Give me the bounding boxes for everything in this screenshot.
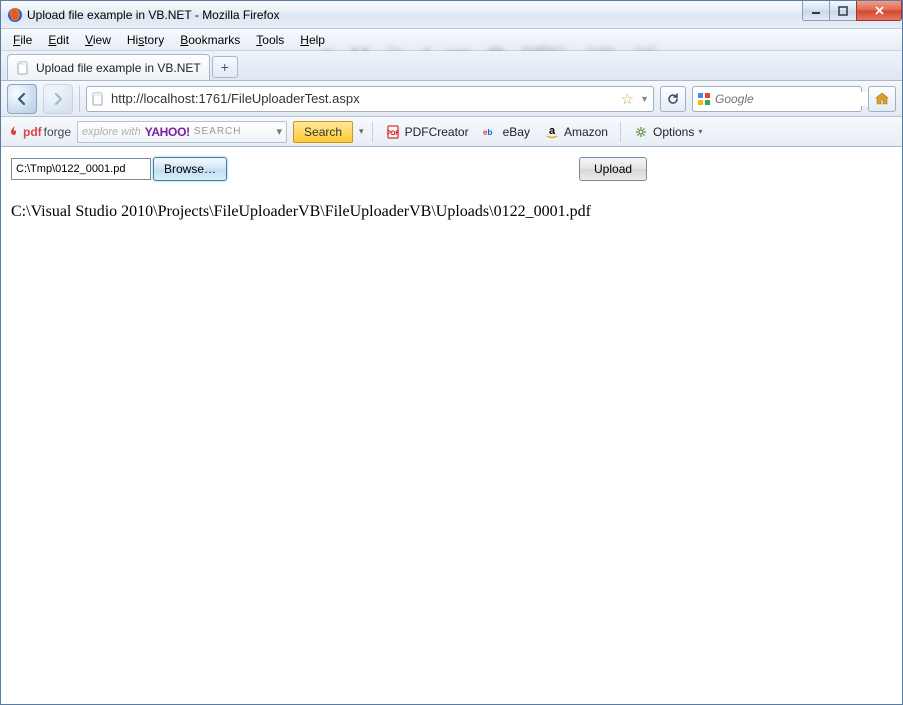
options-label: Options	[653, 125, 694, 139]
tab-label: Upload file example in VB.NET	[36, 61, 201, 75]
maximize-button[interactable]	[829, 1, 857, 21]
menu-history[interactable]: History	[121, 31, 170, 49]
close-button[interactable]	[856, 1, 902, 21]
ebay-icon: eb	[483, 124, 499, 140]
toolbar-separator	[620, 122, 621, 142]
upload-row: C:\Tmp\0122_0001.pd Browse… Upload	[11, 157, 892, 181]
yahoo-search-box[interactable]: explore with YAHOO! SEARCH ▾	[77, 121, 287, 143]
search-dropdown-icon[interactable]: ▾	[359, 126, 364, 137]
navbar: ☆ ▼	[1, 81, 902, 117]
firefox-window: Upload file example in VB.NET - Mozilla …	[0, 0, 903, 705]
page-icon	[16, 61, 30, 75]
new-tab-button[interactable]: +	[212, 56, 238, 78]
menubar: File Edit View History Bookmarks Tools H…	[1, 29, 902, 51]
amazon-label: Amazon	[564, 125, 608, 139]
gear-icon	[633, 124, 649, 140]
google-icon	[697, 92, 711, 106]
svg-text:PDF: PDF	[387, 131, 399, 137]
search-input[interactable]	[715, 92, 872, 106]
forward-button[interactable]	[43, 84, 73, 114]
pdfforge-text-1: pdf	[23, 125, 42, 139]
home-button[interactable]	[868, 86, 896, 112]
menu-history-label: tory	[144, 33, 164, 47]
amazon-icon: a	[544, 124, 560, 140]
upload-result-text: C:\Visual Studio 2010\Projects\FileUploa…	[11, 203, 892, 221]
ebay-button[interactable]: eb eBay	[479, 124, 534, 140]
search-box[interactable]	[692, 86, 862, 112]
menu-file-label: ile	[20, 33, 32, 47]
menu-bookmarks-label: ookmarks	[188, 33, 240, 47]
pdfforge-logo[interactable]: pdfforge	[7, 125, 71, 139]
reload-button[interactable]	[660, 86, 686, 112]
file-path-input[interactable]: C:\Tmp\0122_0001.pd	[11, 158, 151, 180]
window-controls	[803, 1, 902, 21]
page-content: C:\Tmp\0122_0001.pd Browse… Upload C:\Vi…	[1, 147, 902, 704]
svg-text:a: a	[549, 125, 556, 137]
amazon-button[interactable]: a Amazon	[540, 124, 612, 140]
menu-help[interactable]: Help	[294, 31, 331, 49]
toolbar-separator	[372, 122, 373, 142]
menu-view[interactable]: View	[79, 31, 117, 49]
yahoo-search-text: SEARCH	[194, 126, 242, 137]
window-title: Upload file example in VB.NET - Mozilla …	[27, 8, 280, 22]
search-button[interactable]: Search	[293, 121, 353, 143]
pdfcreator-label: PDFCreator	[405, 125, 469, 139]
back-button[interactable]	[7, 84, 37, 114]
yahoo-dropdown-icon[interactable]: ▾	[276, 125, 282, 138]
menu-help-label: elp	[309, 33, 325, 47]
pdfforge-text-2: forge	[44, 125, 71, 139]
url-input[interactable]	[111, 91, 615, 106]
svg-text:eb: eb	[483, 128, 492, 137]
urlbar[interactable]: ☆ ▼	[86, 86, 654, 112]
pdf-icon: PDF	[385, 124, 401, 140]
nav-separator	[79, 86, 80, 112]
yahoo-logo: YAHOO!	[145, 125, 190, 139]
flame-icon	[7, 125, 21, 139]
tab-active[interactable]: Upload file example in VB.NET	[7, 54, 210, 80]
yahoo-explore-text: explore with	[82, 126, 141, 138]
ebay-label: eBay	[503, 125, 530, 139]
browse-button[interactable]: Browse…	[153, 157, 227, 181]
menu-edit[interactable]: Edit	[42, 31, 75, 49]
menu-bookmarks[interactable]: Bookmarks	[174, 31, 246, 49]
menu-view-label: iew	[93, 33, 111, 47]
bookmark-star-icon[interactable]: ☆	[621, 90, 634, 108]
menu-file[interactable]: File	[7, 31, 38, 49]
menu-tools-label: ools	[262, 33, 284, 47]
pdfcreator-button[interactable]: PDF PDFCreator	[381, 124, 473, 140]
tabstrip: Upload file example in VB.NET +	[1, 51, 902, 81]
pdfforge-toolbar: pdfforge explore with YAHOO! SEARCH ▾ Se…	[1, 117, 902, 147]
menu-tools[interactable]: Tools	[250, 31, 290, 49]
url-dropdown-icon[interactable]: ▼	[640, 94, 649, 104]
menu-edit-label: dit	[56, 33, 69, 47]
options-dropdown-icon: ▾	[698, 127, 702, 136]
upload-button[interactable]: Upload	[579, 157, 647, 181]
page-icon	[91, 92, 105, 106]
options-button[interactable]: Options ▾	[629, 124, 706, 140]
minimize-button[interactable]	[802, 1, 830, 21]
titlebar: Upload file example in VB.NET - Mozilla …	[1, 1, 902, 29]
firefox-icon	[7, 7, 23, 23]
